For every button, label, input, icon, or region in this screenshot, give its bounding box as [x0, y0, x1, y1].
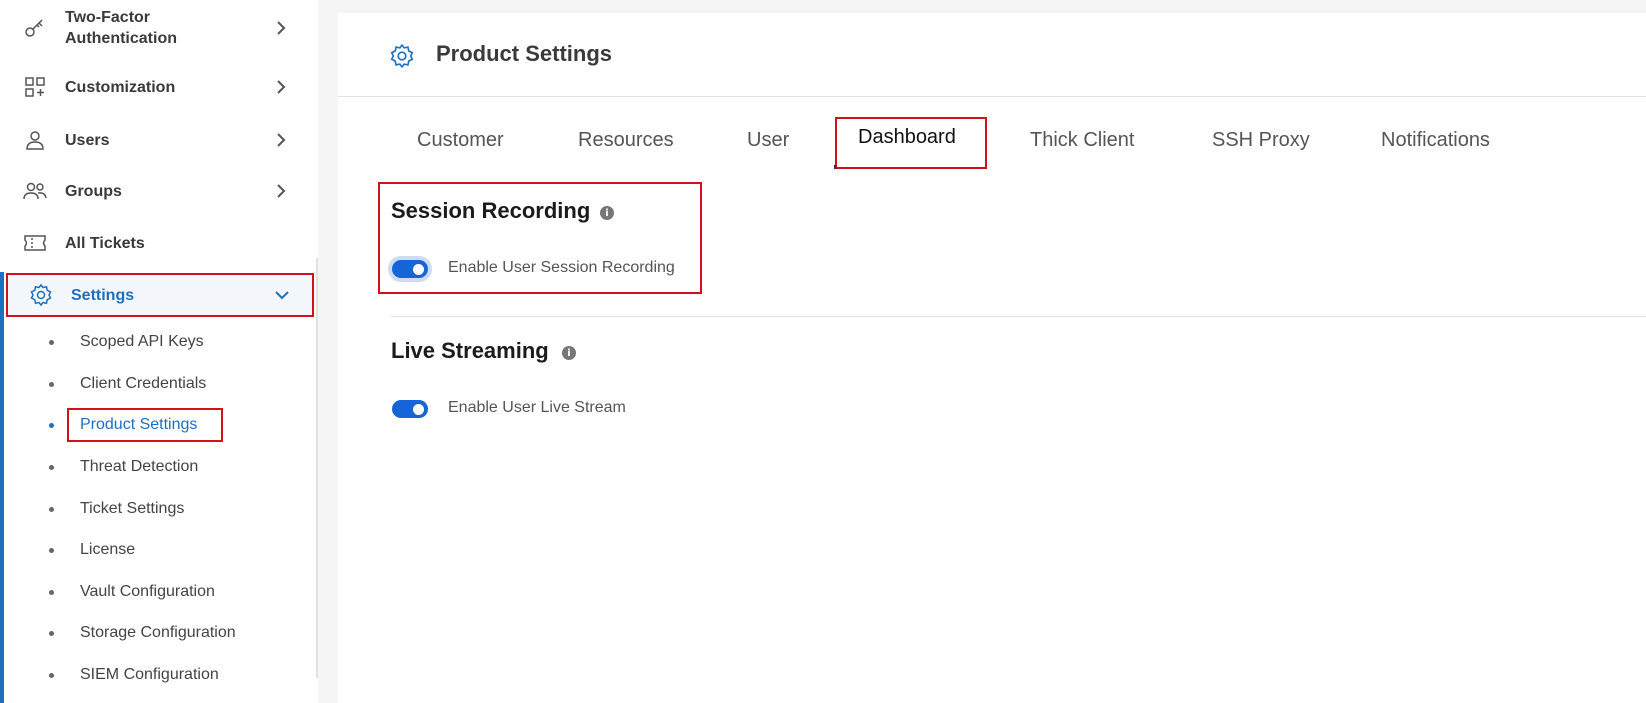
- section-title-live-streaming: Live Streaming: [391, 338, 549, 363]
- sidebar: Two-Factor Authentication Customization …: [0, 0, 318, 703]
- tab-notifications[interactable]: Notifications: [1381, 110, 1490, 170]
- bullet-dot: [49, 506, 54, 512]
- toggle-label: Enable User Live Stream: [448, 399, 626, 416]
- toggle-label: Enable User Session Recording: [448, 259, 675, 276]
- toggle-knob: [413, 263, 424, 275]
- info-icon[interactable]: i: [600, 206, 614, 220]
- chevron-down-icon: [273, 286, 291, 304]
- chevron-right-icon: [272, 182, 290, 200]
- sidebar-item-label: Two-Factor Authentication: [65, 7, 177, 49]
- tab-bar: Customer Resources User Dashboard Thick …: [338, 110, 1646, 170]
- bullet-dot: [49, 464, 54, 470]
- sidebar-item-label-line1: Two-Factor: [65, 9, 151, 26]
- tab-resources[interactable]: Resources: [578, 110, 674, 170]
- sidebar-subitem-label: SIEM Configuration: [80, 666, 219, 683]
- sidebar-subitem-label: Threat Detection: [80, 458, 199, 475]
- sidebar-item-label: Settings: [71, 286, 135, 304]
- tab-thick-client[interactable]: Thick Client: [1030, 110, 1134, 170]
- sidebar-item-settings[interactable]: Settings: [6, 273, 314, 317]
- session-recording-toggle[interactable]: [392, 260, 428, 278]
- users-icon: [22, 178, 48, 204]
- sidebar-subitem-label: Ticket Settings: [80, 500, 185, 517]
- user-icon: [22, 127, 48, 153]
- bullet-dot: [49, 547, 54, 553]
- sidebar-item-label: All Tickets: [65, 234, 145, 252]
- sidebar-subitem-label: Product Settings: [80, 416, 198, 433]
- bullet-dot: [49, 339, 54, 345]
- tab-ssh-proxy[interactable]: SSH Proxy: [1212, 110, 1310, 170]
- chevron-right-icon: [272, 19, 290, 37]
- grid-plus-icon: [22, 74, 48, 100]
- tab-customer[interactable]: Customer: [417, 110, 504, 170]
- sidebar-item-two-factor-authentication[interactable]: Two-Factor Authentication: [0, 3, 300, 53]
- sidebar-item-label: Users: [65, 131, 110, 149]
- sidebar-item-label: Customization: [65, 78, 176, 96]
- bullet-dot: [49, 630, 54, 636]
- live-stream-toggle[interactable]: [392, 400, 428, 418]
- sidebar-subitem-label: Scoped API Keys: [80, 333, 204, 350]
- active-tab-indicator: [834, 165, 836, 169]
- sidebar-subitem-label: Vault Configuration: [80, 583, 215, 600]
- highlight-box: [835, 117, 987, 169]
- sidebar-item-label: Groups: [65, 182, 122, 200]
- sidebar-subitem-label: Storage Configuration: [80, 624, 236, 641]
- bullet-dot: [49, 672, 54, 678]
- chevron-right-icon: [272, 78, 290, 96]
- sidebar-item-all-tickets[interactable]: All Tickets: [0, 218, 300, 268]
- sidebar-item-groups[interactable]: Groups: [0, 166, 300, 216]
- sidebar-subitem-label: License: [80, 541, 136, 558]
- chevron-right-icon: [272, 131, 290, 149]
- page-header: Product Settings: [338, 13, 1646, 97]
- sidebar-item-users[interactable]: Users: [0, 115, 300, 165]
- key-icon: [22, 15, 48, 41]
- gear-icon: [28, 282, 54, 308]
- gear-icon: [389, 43, 415, 69]
- sidebar-subitem-label: Client Credentials: [80, 375, 207, 392]
- bullet-dot: [49, 589, 54, 595]
- active-section-indicator: [0, 272, 4, 703]
- bullet-dot: [49, 422, 54, 428]
- bullet-dot: [49, 381, 54, 387]
- sidebar-item-label-line2: Authentication: [65, 30, 177, 47]
- section-title-session-recording: Session Recording: [391, 198, 591, 223]
- sidebar-item-customization[interactable]: Customization: [0, 62, 300, 112]
- page-title: Product Settings: [436, 41, 613, 66]
- ticket-icon: [22, 230, 48, 256]
- sidebar-scrollbar[interactable]: [316, 258, 318, 678]
- toggle-knob: [413, 403, 424, 415]
- info-icon[interactable]: i: [562, 346, 576, 360]
- section-divider: [391, 316, 1646, 317]
- tab-user[interactable]: User: [747, 110, 789, 170]
